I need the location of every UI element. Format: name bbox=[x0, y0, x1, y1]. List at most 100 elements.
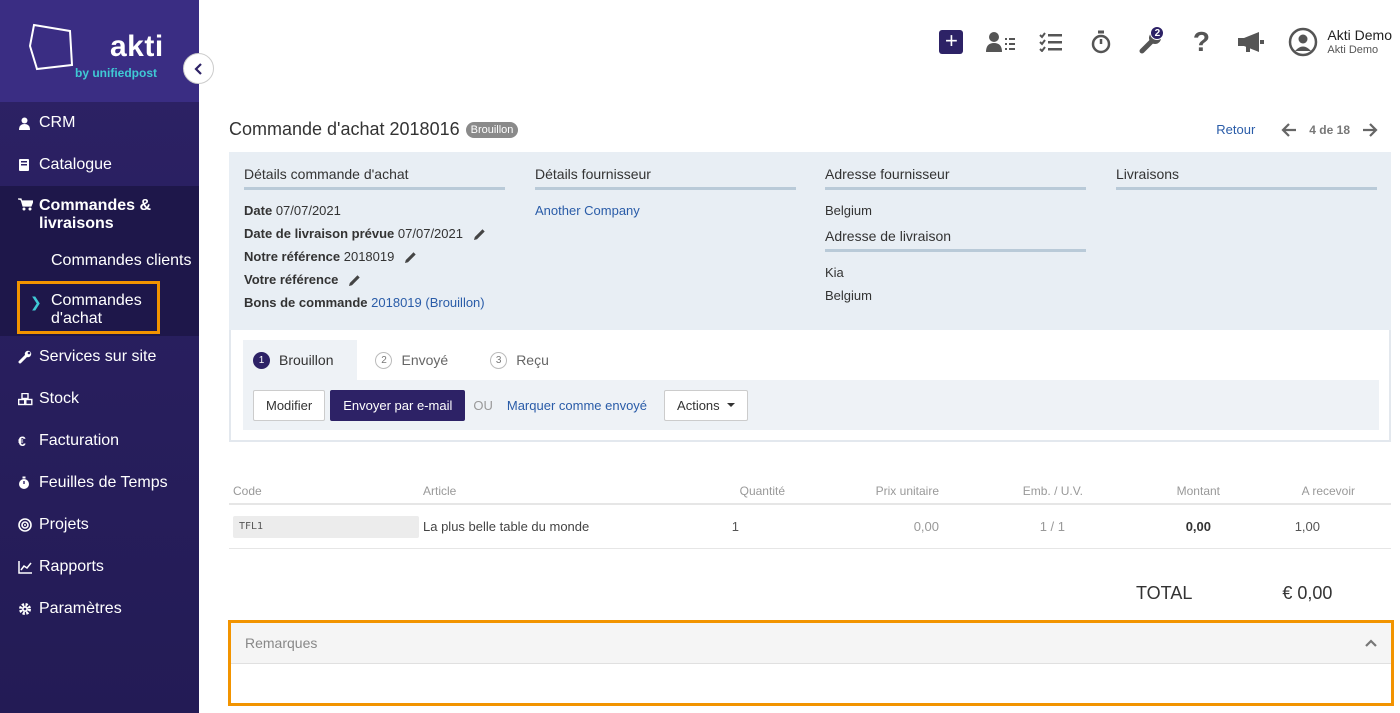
help-button[interactable]: ? bbox=[1176, 28, 1226, 56]
sidebar-item-projects[interactable]: Projets bbox=[0, 504, 199, 546]
page-title: Commande d'achat 2018016 Brouillon bbox=[229, 119, 519, 140]
contacts-button[interactable] bbox=[976, 31, 1026, 53]
arrow-left-icon[interactable] bbox=[1281, 122, 1297, 137]
add-button[interactable]: + bbox=[926, 30, 976, 54]
details-panel: Détails commande d'achat Date 07/07/2021… bbox=[229, 152, 1391, 330]
caret-down-icon bbox=[726, 403, 735, 407]
col-quantity: Quantité bbox=[739, 483, 785, 498]
sidebar-item-crm[interactable]: CRM bbox=[0, 102, 199, 144]
sidebar-item-catalogue[interactable]: Catalogue bbox=[0, 144, 199, 186]
announcements-button[interactable] bbox=[1226, 31, 1276, 53]
delivery-name: Kia bbox=[825, 265, 844, 280]
item-article: La plus belle table du monde bbox=[423, 519, 590, 534]
sidebar-item-billing[interactable]: € Facturation bbox=[0, 420, 199, 462]
item-to-receive: 1,00 bbox=[1294, 519, 1320, 534]
question-icon: ? bbox=[1192, 26, 1210, 57]
col-article: Article bbox=[423, 483, 457, 498]
or-separator: OU bbox=[473, 397, 493, 413]
sidebar-item-stock[interactable]: Stock bbox=[0, 378, 199, 420]
table-row[interactable]: TFL1 La plus belle table du monde 1 0,00… bbox=[229, 505, 1391, 549]
sidebar-item-label: Feuilles de Temps bbox=[39, 474, 168, 491]
sidebar-item-onsite-services[interactable]: Services sur site bbox=[0, 336, 199, 378]
sidebar-item-timesheets[interactable]: Feuilles de Temps bbox=[0, 462, 199, 504]
supplier-link[interactable]: Another Company bbox=[535, 203, 640, 218]
pencil-icon[interactable] bbox=[473, 228, 486, 241]
step-draft[interactable]: 1 Brouillon bbox=[243, 340, 358, 380]
user-name: Akti Demo bbox=[1327, 27, 1392, 43]
order-details: Détails commande d'achat Date 07/07/2021… bbox=[244, 166, 505, 314]
status-badge: Brouillon bbox=[465, 121, 519, 138]
logo[interactable]: akti by unifiedpost bbox=[0, 0, 199, 102]
page-title-text: Commande d'achat 2018016 bbox=[229, 119, 460, 139]
chevron-right-icon: ❯ bbox=[30, 294, 42, 310]
remarks-heading: Remarques bbox=[245, 635, 318, 651]
col-amount: Montant bbox=[1176, 483, 1220, 498]
cubes-icon bbox=[18, 392, 33, 405]
remarks-panel: Remarques bbox=[228, 620, 1394, 706]
back-link[interactable]: Retour bbox=[1216, 122, 1255, 137]
checklist-icon bbox=[1039, 32, 1063, 52]
step-label: Reçu bbox=[516, 352, 549, 368]
total-label: TOTAL bbox=[1136, 583, 1193, 603]
sidebar-item-settings[interactable]: Paramètres bbox=[0, 588, 199, 630]
pager-position: 4 de 18 bbox=[1309, 122, 1350, 137]
step-number: 2 bbox=[375, 351, 393, 369]
item-quantity: 1 bbox=[731, 519, 739, 534]
plus-icon: + bbox=[939, 30, 964, 54]
delivery-address-heading: Adresse de livraison bbox=[825, 228, 1086, 252]
item-code: TFL1 bbox=[233, 515, 419, 538]
sidebar-item-label: Projets bbox=[39, 516, 89, 533]
remarks-header[interactable]: Remarques bbox=[231, 623, 1391, 664]
logo-word: akti bbox=[110, 30, 164, 63]
item-pack: 1 / 1 bbox=[1039, 519, 1065, 534]
send-email-button[interactable]: Envoyer par e-mail bbox=[330, 389, 466, 421]
chevron-left-icon bbox=[193, 62, 202, 75]
sidebar-group-orders: Commandes & livraisons Commandes clients… bbox=[0, 186, 199, 336]
sidebar-item-label: Stock bbox=[39, 390, 80, 407]
actions-dropdown[interactable]: Actions bbox=[664, 389, 748, 421]
contacts-list-icon bbox=[986, 32, 1016, 52]
col-to-receive: A recevoir bbox=[1301, 483, 1355, 498]
target-icon bbox=[18, 518, 32, 532]
pencil-icon[interactable] bbox=[404, 251, 417, 264]
user-icon bbox=[19, 117, 30, 130]
step-received[interactable]: 3 Reçu bbox=[480, 340, 573, 380]
user-menu[interactable]: Akti Demo Akti Demo bbox=[1288, 27, 1392, 57]
your-ref-label: Votre référence bbox=[244, 272, 339, 287]
wrench-icon bbox=[18, 350, 32, 364]
sidebar-item-label: Catalogue bbox=[39, 156, 112, 173]
sidebar-subitem-purchase-orders[interactable]: ❯ Commandes d'achat bbox=[0, 278, 199, 336]
supplier-details-heading: Détails fournisseur bbox=[535, 166, 796, 190]
tools-button[interactable]: 2 bbox=[1126, 26, 1176, 54]
sidebar-item-label: Commandes & livraisons bbox=[39, 197, 152, 232]
arrow-right-icon[interactable] bbox=[1362, 122, 1378, 137]
timer-button[interactable] bbox=[1076, 30, 1126, 54]
sidebar-subitem-client-orders[interactable]: Commandes clients bbox=[0, 252, 199, 278]
modify-button[interactable]: Modifier bbox=[253, 389, 326, 421]
logo-mark-icon bbox=[28, 23, 74, 71]
deliveries: Livraisons bbox=[1116, 166, 1377, 199]
chevron-up-icon[interactable] bbox=[1365, 639, 1377, 647]
sidebar-item-orders[interactable]: Commandes & livraisons bbox=[0, 186, 199, 252]
user-company: Akti Demo bbox=[1327, 44, 1379, 56]
workflow-steps: 1 Brouillon 2 Envoyé 3 Reçu bbox=[243, 340, 581, 380]
step-label: Envoyé bbox=[401, 352, 449, 368]
our-ref-value: 2018019 bbox=[343, 249, 395, 264]
sidebar-item-reports[interactable]: Rapports bbox=[0, 546, 199, 588]
tasks-button[interactable] bbox=[1026, 32, 1076, 52]
supplier-address-heading: Adresse fournisseur bbox=[825, 166, 1086, 190]
delivery-country: Belgium bbox=[825, 288, 872, 303]
po-label: Bons de commande bbox=[244, 295, 368, 310]
col-code: Code bbox=[233, 483, 262, 498]
sidebar-collapse-button[interactable] bbox=[183, 53, 214, 84]
supplier-country: Belgium bbox=[825, 203, 872, 218]
po-link[interactable]: 2018019 (Brouillon) bbox=[371, 295, 484, 310]
pencil-icon[interactable] bbox=[348, 274, 361, 287]
chart-icon bbox=[18, 560, 32, 574]
col-unit-price: Prix unitaire bbox=[875, 483, 939, 498]
sidebar-item-label: Services sur site bbox=[39, 348, 157, 365]
sidebar-item-label: CRM bbox=[39, 114, 76, 131]
mark-sent-link[interactable]: Marquer comme envoyé bbox=[507, 398, 647, 413]
order-total: TOTAL € 0,00 bbox=[1136, 583, 1332, 604]
step-sent[interactable]: 2 Envoyé bbox=[365, 340, 472, 380]
